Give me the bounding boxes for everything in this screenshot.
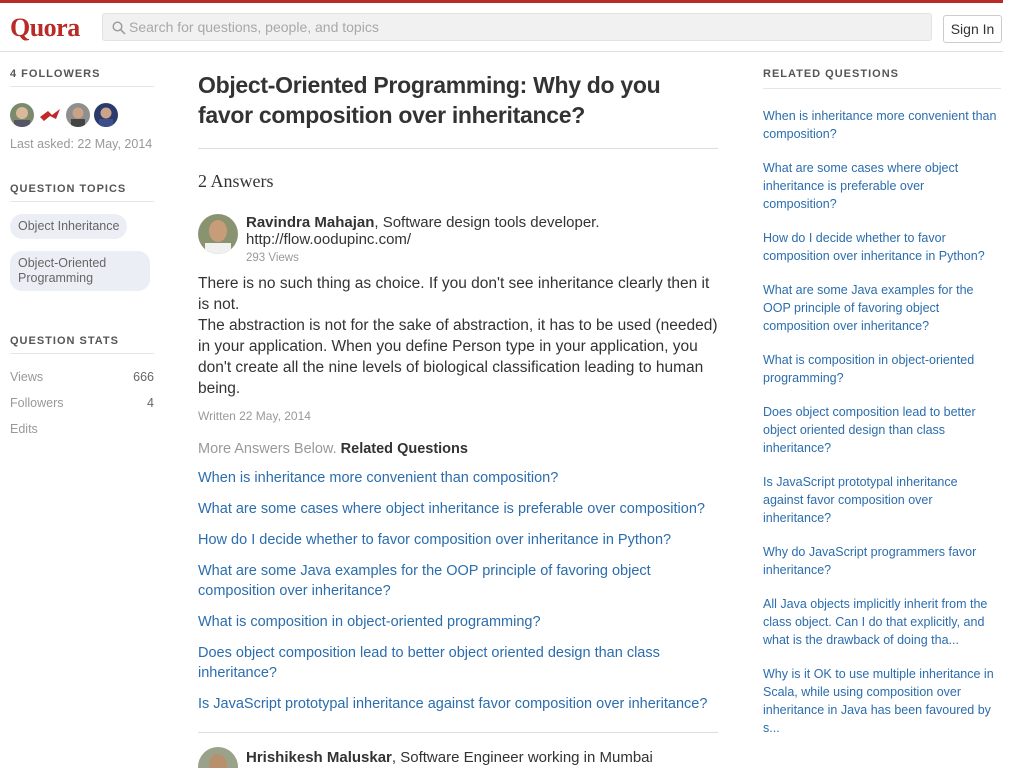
follower-avatars — [10, 103, 154, 127]
author-row: Ravindra Mahajan, Software design tools … — [198, 214, 718, 267]
related-question-link[interactable]: What are some Java examples for the OOP … — [763, 281, 1001, 335]
related-question-link[interactable]: How do I decide whether to favor composi… — [763, 229, 1001, 265]
stat-edits[interactable]: Edits — [10, 416, 154, 442]
more-answers-label: More Answers Below. — [198, 441, 337, 457]
stat-views: Views 666 — [10, 364, 154, 390]
written-date[interactable]: Written 22 May, 2014 — [198, 409, 718, 423]
related-question-link[interactable]: Does object composition lead to better o… — [198, 643, 718, 683]
answer-views: 293 Views — [246, 252, 299, 264]
related-question-link[interactable]: Does object composition lead to better o… — [763, 403, 1001, 457]
inline-related-questions: When is inheritance more convenient than… — [198, 468, 718, 714]
related-question-link[interactable]: What are some cases where object inherit… — [198, 499, 718, 519]
related-question-link[interactable]: All Java objects implicitly inherit from… — [763, 595, 1001, 649]
left-sidebar: 4 FOLLOWERS Last asked: 22 May, 2014 QUE… — [10, 68, 154, 442]
author-name[interactable]: Hrishikesh Maluskar — [246, 749, 392, 766]
stat-value: 666 — [133, 370, 154, 384]
related-questions-title: RELATED QUESTIONS — [763, 68, 1001, 89]
more-answers-below: More Answers Below. Related Questions — [198, 441, 718, 457]
stat-value: 4 — [147, 396, 154, 410]
avatar[interactable] — [94, 103, 118, 127]
main-content: Object-Oriented Programming: Why do you … — [198, 70, 718, 768]
author-info: Hrishikesh Maluskar, Software Engineer w… — [246, 749, 653, 768]
search-icon — [112, 21, 126, 35]
answer-item: Hrishikesh Maluskar, Software Engineer w… — [198, 747, 718, 768]
related-question-link[interactable]: When is inheritance more convenient than… — [198, 468, 718, 488]
stat-label: Views — [10, 370, 44, 384]
answer-item: Ravindra Mahajan, Software design tools … — [198, 214, 718, 423]
related-question-link[interactable]: Why is it OK to use multiple inheritance… — [763, 665, 1001, 737]
related-question-link[interactable]: What are some cases where object inherit… — [763, 159, 1001, 213]
stat-label: Followers — [10, 396, 64, 410]
related-questions-list: When is inheritance more convenient than… — [763, 107, 1001, 737]
related-questions-label: Related Questions — [340, 441, 468, 457]
related-question-link[interactable]: What is composition in object-oriented p… — [198, 612, 718, 632]
top-bar: Quora Sign In — [0, 0, 1003, 52]
search-box[interactable] — [102, 13, 932, 41]
topic-object-oriented-programming[interactable]: Object-Oriented Programming — [10, 251, 150, 291]
right-sidebar: RELATED QUESTIONS When is inheritance mo… — [763, 68, 1001, 737]
answer-paragraph: The abstraction is not for the sake of a… — [198, 317, 718, 397]
topic-object-inheritance[interactable]: Object Inheritance — [10, 214, 128, 239]
stats-list: Views 666 Followers 4 Edits — [10, 364, 154, 442]
stat-followers: Followers 4 — [10, 390, 154, 416]
avatar[interactable] — [66, 103, 90, 127]
followers-title: 4 FOLLOWERS — [10, 68, 154, 87]
related-question-link[interactable]: What are some Java examples for the OOP … — [198, 561, 718, 601]
search-input[interactable] — [129, 14, 919, 40]
avatar[interactable] — [38, 103, 62, 127]
related-question-link[interactable]: Is JavaScript prototypal inheritance aga… — [763, 473, 1001, 527]
quora-logo[interactable]: Quora — [10, 13, 80, 43]
divider — [198, 148, 718, 149]
author-credential: , Software Engineer working in Mumbai — [391, 749, 653, 766]
author-avatar[interactable] — [198, 214, 238, 254]
topics-title: QUESTION TOPICS — [10, 183, 154, 202]
question-title: Object-Oriented Programming: Why do you … — [198, 72, 661, 128]
answers-count: 2 Answers — [198, 171, 274, 191]
stat-label[interactable]: Edits — [10, 416, 38, 442]
author-info: Ravindra Mahajan, Software design tools … — [246, 214, 718, 267]
last-asked: Last asked: 22 May, 2014 — [10, 137, 153, 151]
related-question-link[interactable]: What is composition in object-oriented p… — [763, 351, 1001, 387]
related-question-link[interactable]: Why do JavaScript programmers favor inhe… — [763, 543, 1001, 579]
answer-paragraph: There is no such thing as choice. If you… — [198, 275, 710, 313]
related-question-link[interactable]: Is JavaScript prototypal inheritance aga… — [198, 694, 718, 714]
avatar[interactable] — [10, 103, 34, 127]
sign-in-button[interactable]: Sign In — [943, 15, 1002, 43]
related-question-link[interactable]: How do I decide whether to favor composi… — [198, 530, 718, 550]
divider — [198, 732, 718, 733]
related-question-link[interactable]: When is inheritance more convenient than… — [763, 107, 1001, 143]
author-name[interactable]: Ravindra Mahajan — [246, 214, 374, 231]
author-avatar[interactable] — [198, 747, 238, 768]
answer-text: There is no such thing as choice. If you… — [198, 273, 718, 399]
stats-title: QUESTION STATS — [10, 335, 154, 354]
